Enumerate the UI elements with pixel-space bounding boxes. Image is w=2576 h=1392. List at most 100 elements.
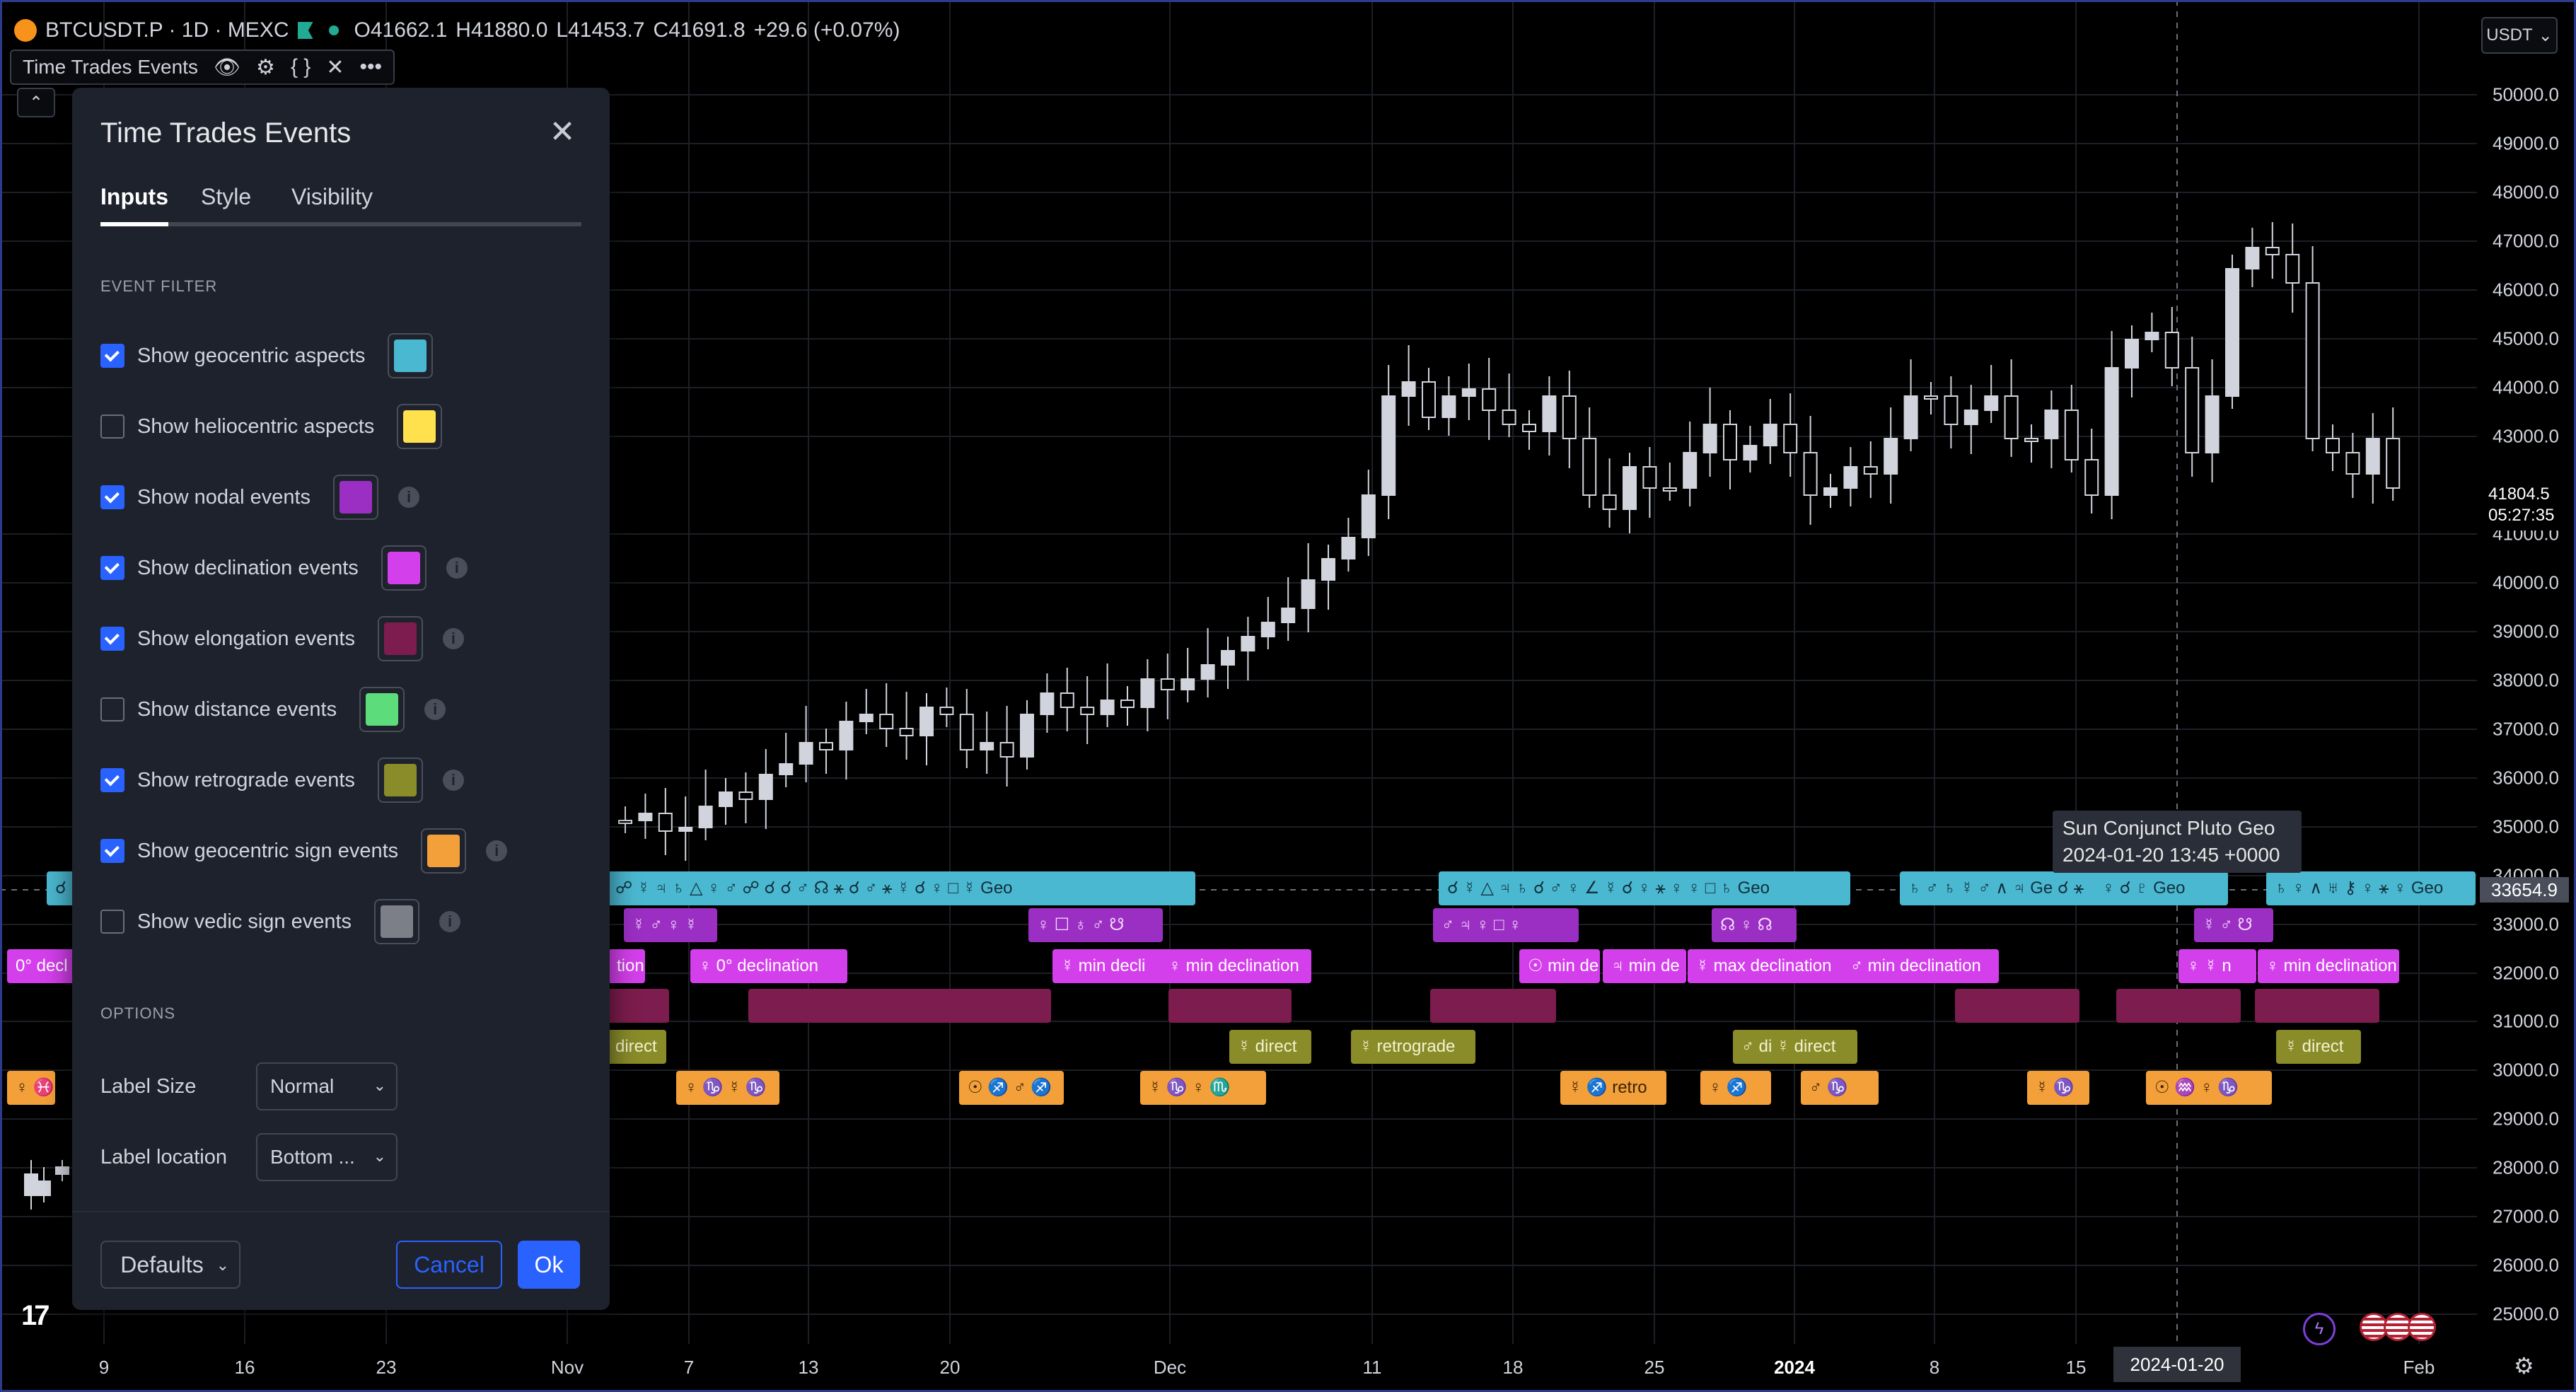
event-filter-row[interactable]: Show distance events i (100, 685, 446, 734)
color-swatch[interactable] (374, 899, 420, 944)
indicator-legend[interactable]: Time Trades Events 👁 ⚙ { } ✕ ••• (10, 50, 395, 85)
event-label[interactable] (2116, 989, 2241, 1023)
chart-settings-icon[interactable]: ⚙ (2514, 1352, 2534, 1379)
event-label[interactable]: ♀ min declination (1160, 949, 1311, 983)
info-icon[interactable]: i (398, 487, 420, 508)
event-filter-row[interactable]: Show retrograde events i (100, 755, 464, 805)
checkbox[interactable] (100, 485, 124, 509)
checkbox[interactable] (100, 627, 124, 651)
event-label[interactable]: ☿ direct (2276, 1030, 2361, 1064)
color-swatch[interactable] (333, 475, 379, 520)
bolt-icon[interactable]: ϟ (2303, 1313, 2336, 1345)
color-swatch[interactable] (377, 758, 423, 803)
event-label[interactable]: ♃ min de (1603, 949, 1686, 983)
event-label[interactable]: ♀ ♑ ☿ ♑ (676, 1071, 779, 1105)
cancel-button[interactable]: Cancel (396, 1241, 502, 1289)
event-label[interactable]: ☉ ♒ ♀ ♑ (2146, 1071, 2272, 1105)
event-label[interactable]: ♀ ♓ (7, 1071, 55, 1105)
currency-select[interactable]: USDT ⌄ (2481, 17, 2558, 54)
symbol-name[interactable]: BTCUSDT.P · 1D · MEXC (45, 18, 289, 42)
defaults-button[interactable]: Defaults ⌄ (100, 1241, 240, 1289)
event-label[interactable]: ♂ ♃ ♀ □ ♀ (1433, 908, 1579, 942)
info-icon[interactable]: i (439, 911, 461, 932)
event-label[interactable]: ♂ ♑ (1801, 1071, 1879, 1105)
color-swatch[interactable] (381, 545, 427, 591)
color-swatch[interactable] (421, 828, 467, 874)
event-label[interactable]: ☿ direct (1229, 1030, 1311, 1064)
event-filter-row[interactable]: Show geocentric aspects (100, 331, 434, 381)
event-filter-row[interactable]: Show declination events i (100, 543, 468, 593)
event-filter-row[interactable]: Show elongation events i (100, 614, 464, 663)
event-label[interactable]: ☿ max declination (1688, 949, 1862, 983)
ok-button[interactable]: Ok (518, 1241, 580, 1289)
settings-icon[interactable]: ⚙ (256, 55, 275, 80)
remove-icon[interactable]: ✕ (326, 55, 344, 80)
color-swatch[interactable] (359, 687, 405, 732)
event-label[interactable] (748, 989, 1051, 1023)
event-label[interactable]: ♀ ☿ n (2178, 949, 2256, 983)
event-label[interactable]: ☿ ♂ ☋ (2194, 908, 2273, 942)
event-filter-row[interactable]: Show heliocentric aspects (100, 402, 443, 451)
label-location-select[interactable]: Bottom ... ⌄ (256, 1133, 398, 1181)
event-label[interactable]: ☉ min de (1519, 949, 1600, 983)
event-label[interactable]: ♀ ☌ ♇ Geo (2094, 871, 2228, 905)
label-size-select[interactable]: Normal ⌄ (256, 1062, 398, 1110)
color-swatch[interactable] (397, 404, 443, 449)
tab-style[interactable]: Style (201, 184, 251, 210)
event-label[interactable]: ☍ ☿ ♃ ♄ △ ♀ ♂ ☍ ☌ ☌ ♂ ☊ ⚹ ☌ ♂ ⚹ ☿ ☌ ♀ □ … (607, 871, 1195, 905)
event-label[interactable] (1955, 989, 2079, 1023)
color-swatch[interactable] (388, 333, 434, 378)
event-filter-row[interactable]: Show nodal events i (100, 472, 420, 522)
tab-inputs[interactable]: Inputs (100, 184, 168, 210)
event-label[interactable] (1430, 989, 1556, 1023)
checkbox[interactable] (100, 839, 124, 863)
indicator-name[interactable]: Time Trades Events (23, 56, 198, 79)
time-axis[interactable]: 9 16 23 Nov 7 13 20 Dec 11 18 25 2024 8 15 Feb (0, 1344, 2477, 1386)
collapse-legend-button[interactable]: ⌃ (17, 88, 55, 117)
event-label[interactable]: ♀ ♐ (1700, 1071, 1771, 1105)
economic-events-icon[interactable] (2360, 1313, 2436, 1341)
event-label[interactable]: ☉ ♐ ♂ ♐ (959, 1071, 1064, 1105)
checkbox[interactable] (100, 344, 124, 368)
checkbox[interactable] (100, 697, 124, 721)
event-filter-row[interactable]: Show geocentric sign events i (100, 826, 508, 876)
checkbox[interactable] (100, 414, 124, 439)
event-label[interactable]: tion (608, 949, 645, 983)
tab-visibility[interactable]: Visibility (291, 184, 373, 210)
event-label[interactable]: ☿ retrograde (1351, 1030, 1475, 1064)
checkbox[interactable] (100, 768, 124, 792)
info-icon[interactable]: i (486, 840, 508, 862)
event-label[interactable] (607, 989, 669, 1023)
event-label[interactable] (2255, 989, 2379, 1023)
event-label[interactable]: ♀ min declination (2258, 949, 2399, 983)
event-filter-row[interactable]: Show vedic sign events i (100, 897, 461, 946)
more-icon[interactable]: ••• (359, 55, 382, 79)
event-label[interactable]: ♂ min declination (1842, 949, 1999, 983)
price-axis[interactable]: 50000.0 49000.0 48000.0 47000.0 46000.0 45000… (2477, 0, 2572, 1344)
event-label[interactable]: ♂ di ☿ direct (1733, 1030, 1857, 1064)
checkbox[interactable] (100, 910, 124, 934)
eye-icon[interactable]: 👁 (214, 55, 240, 80)
event-label[interactable]: ♀ 0° declination (690, 949, 847, 983)
event-label[interactable]: ☊ ♀ ☊ (1712, 908, 1797, 942)
event-label[interactable]: direct (607, 1030, 666, 1064)
color-swatch[interactable] (377, 616, 423, 661)
event-label[interactable] (1168, 989, 1292, 1023)
event-label[interactable]: ☌ ☿ △ ♃ ♄ ☌ ♂ ♀ ∠ ☿ ☌ ♀ ⚹ ♀ ♀ □ ♄ Geo (1439, 871, 1850, 905)
event-label[interactable]: ☿ ♑ ♀ ♏ (1140, 1071, 1266, 1105)
event-label[interactable]: ☿ ♐ retro (1560, 1071, 1666, 1105)
event-label[interactable]: ♄ ♀ ∧ ♅ ⚷ ♀ ⚹ ♀ Geo (2266, 871, 2476, 905)
tradingview-logo[interactable]: 17 (21, 1300, 50, 1332)
close-icon[interactable]: ✕ (545, 115, 580, 150)
checkbox[interactable] (100, 556, 124, 580)
info-icon[interactable]: i (424, 699, 446, 720)
event-label[interactable]: ☿ ♂ ♀ ☿ (624, 908, 717, 942)
event-label[interactable]: ♀ ☐ ♁ ♂ ☋ (1028, 908, 1163, 942)
event-label[interactable]: 0° decl (7, 949, 75, 983)
info-icon[interactable]: i (446, 557, 468, 579)
event-label[interactable]: ☿ ♑ (2027, 1071, 2089, 1105)
flag-icon[interactable] (297, 22, 313, 39)
info-icon[interactable]: i (442, 628, 464, 649)
info-icon[interactable]: i (442, 770, 464, 791)
source-code-icon[interactable]: { } (291, 55, 311, 79)
